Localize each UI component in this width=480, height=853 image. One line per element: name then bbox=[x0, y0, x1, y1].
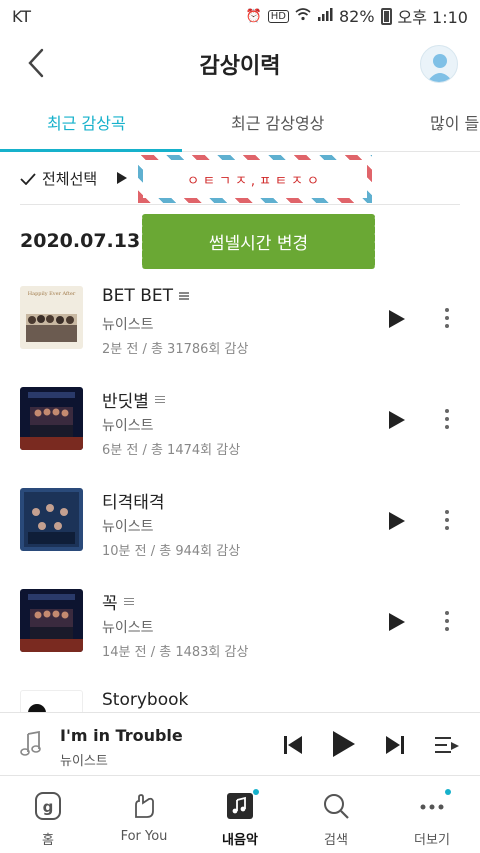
tab-bar: 최근 감상곡 최근 감상영상 많이 들 bbox=[0, 96, 480, 152]
song-title: 꼭 bbox=[102, 594, 118, 614]
nav-search[interactable]: 검색 bbox=[288, 777, 384, 853]
user-avatar-icon bbox=[427, 54, 453, 82]
next-track-icon[interactable] bbox=[385, 735, 405, 755]
svg-text:g: g bbox=[43, 798, 54, 816]
play-icon[interactable] bbox=[389, 310, 405, 328]
carrier-label: KT bbox=[12, 6, 32, 26]
more-options-icon[interactable] bbox=[440, 510, 454, 532]
more-dots-icon bbox=[417, 789, 451, 821]
play-meta: 10분 전 / 총 944회 감상 bbox=[102, 544, 241, 559]
notification-dot bbox=[445, 789, 451, 795]
play-icon[interactable] bbox=[389, 411, 405, 429]
more-options-icon[interactable] bbox=[440, 409, 454, 431]
hd-icon: HD bbox=[267, 9, 289, 23]
battery-percent: 82% bbox=[338, 6, 375, 26]
list-item[interactable]: 반딧별 뉴이스트 6분 전 / 총 1474회 감상 bbox=[0, 371, 480, 472]
song-artist: 뉴이스트 bbox=[102, 519, 154, 535]
play-all-icon[interactable] bbox=[117, 172, 127, 184]
song-artist: 뉴이스트 bbox=[102, 418, 154, 434]
page-title: 감상이력 bbox=[199, 54, 281, 79]
lyrics-icon bbox=[154, 395, 167, 405]
tab-recent-videos[interactable]: 최근 감상영상 bbox=[231, 96, 324, 152]
check-icon bbox=[20, 172, 36, 185]
thumbnail-time-label: 썸넬시간 변경 bbox=[208, 234, 309, 254]
nav-more[interactable]: 더보기 bbox=[384, 777, 480, 853]
playlist-icon[interactable] bbox=[434, 735, 460, 755]
back-button[interactable] bbox=[22, 46, 52, 80]
music-note-icon bbox=[20, 731, 41, 756]
song-title: 반딧별 bbox=[102, 392, 149, 412]
album-cover bbox=[20, 690, 83, 712]
song-title: Storybook bbox=[102, 690, 189, 710]
nav-label: For You bbox=[120, 829, 168, 844]
song-artist: 뉴이스트 bbox=[102, 620, 154, 636]
song-title: 티격태격 bbox=[102, 493, 165, 513]
play-icon[interactable] bbox=[389, 613, 405, 631]
now-playing-bar[interactable]: I'm in Trouble 뉴이스트 bbox=[0, 712, 480, 776]
cover-text: Happily Ever After bbox=[28, 291, 76, 297]
lyrics-icon bbox=[123, 597, 136, 607]
battery-icon bbox=[380, 7, 392, 25]
play-meta: 2분 전 / 총 31786회 감상 bbox=[102, 342, 249, 357]
song-artist: 뉴이스트 bbox=[102, 317, 154, 333]
now-playing-artist: 뉴이스트 bbox=[60, 754, 108, 769]
select-all-button[interactable]: 전체선택 bbox=[20, 168, 97, 189]
album-cover bbox=[20, 387, 83, 450]
play-meta: 6분 전 / 총 1474회 감상 bbox=[102, 443, 241, 458]
list-item[interactable]: 티격태격 뉴이스트 10분 전 / 총 944회 감상 bbox=[0, 472, 480, 573]
list-item[interactable]: 꼭 뉴이스트 14분 전 / 총 1483회 감상 bbox=[0, 573, 480, 674]
signal-icon bbox=[317, 7, 333, 25]
lyrics-icon bbox=[178, 291, 191, 301]
profile-button[interactable] bbox=[420, 45, 458, 83]
album-cover: Happily Ever After bbox=[20, 286, 83, 349]
list-item[interactable]: Happily Ever After BET BET 뉴이스트 2분 전 / 총… bbox=[0, 270, 480, 371]
album-cover bbox=[20, 589, 83, 652]
alarm-icon: ⏰ bbox=[245, 8, 262, 24]
my-music-icon bbox=[225, 789, 259, 821]
search-icon bbox=[324, 794, 349, 819]
play-icon[interactable] bbox=[389, 512, 405, 530]
nav-label: 더보기 bbox=[414, 833, 450, 848]
hand-heart-icon bbox=[135, 794, 154, 818]
chevron-left-icon bbox=[28, 48, 44, 78]
status-icons: ⏰ HD 82% 오후 1:10 bbox=[246, 4, 468, 28]
play-meta: 14분 전 / 총 1483회 감상 bbox=[102, 645, 249, 660]
nav-my-music[interactable]: 내음악 bbox=[192, 777, 288, 853]
clock: 오후 1:10 bbox=[397, 8, 468, 27]
tab-recent-songs[interactable]: 최근 감상곡 bbox=[47, 96, 126, 152]
notification-dot bbox=[253, 789, 259, 795]
nav-label: 홈 bbox=[42, 833, 54, 848]
nav-for-you[interactable]: For You bbox=[96, 777, 192, 853]
app-header: 감상이력 bbox=[0, 32, 480, 96]
play-pause-icon[interactable] bbox=[333, 731, 355, 757]
nav-label: 내음악 bbox=[222, 833, 258, 848]
select-all-label: 전체선택 bbox=[42, 170, 98, 188]
now-playing-title: I'm in Trouble bbox=[60, 726, 183, 745]
thumbnail-time-button[interactable]: 썸넬시간 변경 bbox=[139, 214, 375, 269]
list-item[interactable]: Storybook bbox=[0, 674, 480, 712]
divider bbox=[20, 204, 460, 205]
more-options-icon[interactable] bbox=[440, 611, 454, 633]
status-bar: KT ⏰ HD 82% 오후 1:10 bbox=[0, 0, 480, 32]
nav-label: 검색 bbox=[324, 833, 348, 848]
tab-most-played[interactable]: 많이 들 bbox=[430, 96, 479, 152]
previous-track-icon[interactable] bbox=[283, 735, 303, 755]
airmail-stamp: ㅇㅌㄱㅈ,ㅍㅌㅈㅇ bbox=[138, 155, 372, 203]
stamp-text: ㅇㅌㄱㅈ,ㅍㅌㅈㅇ bbox=[143, 160, 367, 198]
nav-home[interactable]: g 홈 bbox=[0, 777, 96, 853]
home-g-icon: g bbox=[35, 792, 61, 820]
wifi-icon bbox=[295, 7, 311, 25]
bottom-navigation: g 홈 For You 내음악 검색 더보기 bbox=[0, 777, 480, 853]
album-cover bbox=[20, 488, 83, 551]
song-title: BET BET bbox=[102, 286, 173, 306]
more-options-icon[interactable] bbox=[440, 308, 454, 330]
date-header: 2020.07.13 bbox=[20, 230, 141, 252]
